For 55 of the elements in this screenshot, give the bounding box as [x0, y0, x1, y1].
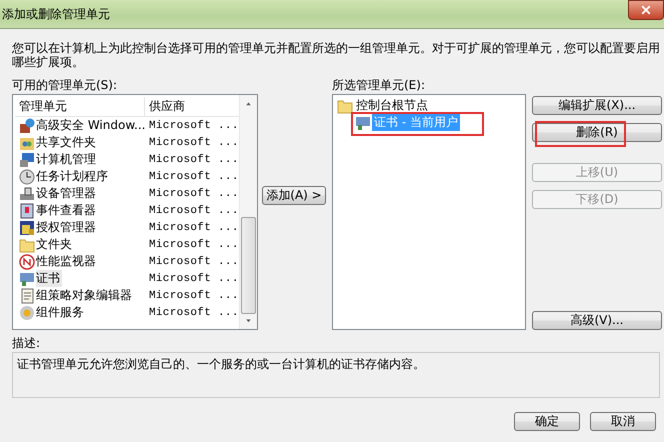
vendor-cell-text: Microsoft ... [148, 256, 239, 268]
snapin-name[interactable]: 设备管理器 [36, 185, 98, 202]
vendor-cell-text: Microsoft ... [148, 222, 239, 234]
ok-button[interactable]: 确定 [514, 412, 580, 431]
snapin-name[interactable]: 组件服务 [36, 304, 86, 321]
snapin-name[interactable]: 高级安全 Window... [36, 117, 148, 134]
close-icon [640, 4, 652, 16]
vendor-cell-text: Microsoft ... [148, 136, 239, 148]
scrollbar[interactable] [239, 95, 257, 329]
snapin-list[interactable] [12, 94, 258, 330]
certificate-icon [355, 114, 371, 130]
event-log-icon [19, 202, 35, 218]
window-title: 添加或删除管理单元 [1, 6, 110, 22]
gear-icon [19, 304, 35, 320]
selected-snapins-tree[interactable]: 控制台根节点 证书 - 当前用户 [332, 94, 526, 330]
snapin-name[interactable]: 计算机管理 [36, 151, 98, 168]
snapin-name[interactable]: 授权管理器 [36, 219, 98, 236]
column-header[interactable]: 供应商 [145, 97, 185, 116]
vendor-cell-text: Microsoft ... [148, 272, 239, 284]
description-text: 证书管理单元允许您浏览自己的、一个服务的或一台计算机的证书存储内容。 [12, 352, 660, 398]
snapin-name[interactable]: 组策略对象编辑器 [36, 287, 134, 304]
snapin-name[interactable]: 任务计划程序 [36, 168, 110, 185]
snapin-name[interactable]: 性能监视器 [36, 253, 98, 270]
action-button[interactable]: 编辑扩展(X)... [532, 96, 662, 115]
intro-text: 您可以在计算机上为此控制台选择可用的管理单元并配置所选的一组管理单元。对于可扩展的管理单元，您可以配置要启用哪些扩展项。 [12, 41, 661, 69]
vendor-cell-text: Microsoft ... [148, 120, 239, 132]
vendor-cell-text: Microsoft ... [148, 290, 239, 302]
folder-icon [19, 236, 35, 252]
vendor-cell-text: Microsoft ... [148, 170, 239, 182]
scroll-thumb[interactable] [241, 217, 256, 314]
action-button[interactable]: 删除(R) [532, 123, 662, 142]
action-button[interactable]: 高级(V)... [532, 311, 662, 330]
certificate-icon [19, 270, 35, 286]
snapin-name[interactable]: 事件查看器 [36, 202, 98, 219]
tree-node[interactable]: 控制台根节点 [354, 97, 430, 114]
cancel-button[interactable]: 取消 [590, 412, 656, 431]
snapin-name[interactable]: 共享文件夹 [36, 134, 98, 151]
document-icon [19, 288, 35, 304]
vendor-cell-text: Microsoft ... [148, 154, 239, 166]
column-header[interactable]: 管理单元 [15, 97, 145, 116]
vendor-cell-text: Microsoft ... [148, 188, 239, 200]
snapin-name[interactable]: 文件夹 [36, 236, 74, 253]
description-label: 描述: [12, 336, 42, 350]
add-button[interactable]: 添加(A) > [262, 186, 326, 205]
vendor-cell-text: Microsoft ... [148, 204, 239, 216]
snapin-name[interactable]: 证书 [36, 270, 62, 287]
vendor-cell-text: Microsoft ... [148, 306, 239, 318]
device-icon [19, 186, 35, 202]
folder-icon [337, 98, 353, 114]
available-snapins-label: 可用的管理单元(S): [12, 78, 118, 92]
computer-icon [19, 152, 35, 168]
selected-snapins-label: 所选管理单元(E): [332, 78, 426, 92]
close-button[interactable] [628, 0, 664, 20]
vendor-cell-text: Microsoft ... [148, 238, 239, 250]
clock-icon [19, 168, 35, 184]
